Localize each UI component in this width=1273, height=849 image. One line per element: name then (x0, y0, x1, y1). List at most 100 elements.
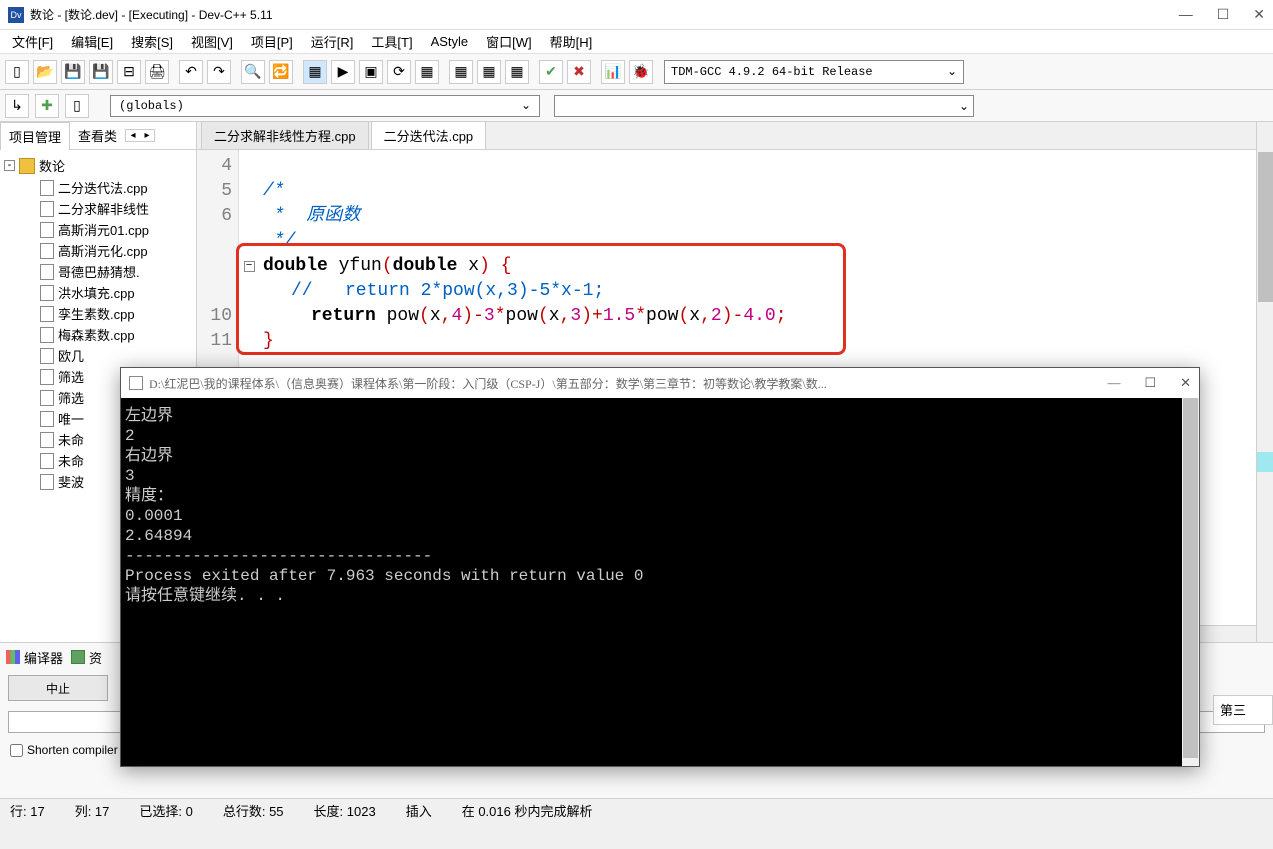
console-output[interactable]: 左边界 2 右边界 3 精度： 0.0001 2.64894 ---------… (121, 398, 1199, 614)
rebuild-icon[interactable]: ⟳ (387, 60, 411, 84)
shorten-paths-checkbox[interactable] (10, 744, 23, 757)
chart-icon[interactable]: 📊 (601, 60, 625, 84)
folder-icon (19, 158, 35, 174)
replace-icon[interactable]: 🔁 (269, 60, 293, 84)
bookmark-icon[interactable]: ▯ (65, 94, 89, 118)
fold-column: − (239, 150, 259, 388)
tree-file-item[interactable]: 二分迭代法.cpp (2, 177, 194, 198)
tree-file-label: 孪生素数.cpp (58, 304, 135, 323)
redo-icon[interactable]: ↷ (207, 60, 231, 84)
debug-icon[interactable]: ▦ (415, 60, 439, 84)
resources-tab-icon (71, 650, 85, 664)
menu-edit[interactable]: 编辑[E] (63, 30, 121, 53)
tree-file-item[interactable]: 洪水填充.cpp (2, 282, 194, 303)
tree-file-label: 高斯消元化.cpp (58, 241, 148, 260)
menu-bar: 文件[F] 编辑[E] 搜索[S] 视图[V] 项目[P] 运行[R] 工具[T… (0, 30, 1273, 54)
sidebar-nav-arrows[interactable]: ◂▸ (125, 129, 155, 142)
tree-file-label: 洪水填充.cpp (58, 283, 135, 302)
abort-button[interactable]: 中止 (8, 675, 108, 701)
tree-root[interactable]: - 数论 (2, 154, 194, 177)
file-icon (40, 411, 54, 427)
console-vscrollbar[interactable] (1182, 398, 1199, 766)
window-title: 数论 - [数论.dev] - [Executing] - Dev-C++ 5.… (30, 6, 1179, 23)
run-icon[interactable]: ▶ (331, 60, 355, 84)
open-icon[interactable]: 📂 (33, 60, 57, 84)
status-line: 行: 17 (10, 801, 45, 820)
status-parse: 在 0.016 秒内完成解析 (462, 801, 593, 820)
tree-file-item[interactable]: 高斯消元01.cpp (2, 219, 194, 240)
menu-file[interactable]: 文件[F] (4, 30, 61, 53)
menu-tools[interactable]: 工具[T] (363, 30, 420, 53)
grid2-icon[interactable]: ▦ (505, 60, 529, 84)
menu-search[interactable]: 搜索[S] (123, 30, 181, 53)
tree-file-item[interactable]: 高斯消元化.cpp (2, 240, 194, 261)
file-icon (40, 327, 54, 343)
globals-select[interactable]: (globals) ⌄ (110, 95, 540, 117)
console-title-bar[interactable]: D:\红泥巴\我的课程体系\（信息奥赛）课程体系\第一阶段：入门级（CSP-J）… (121, 368, 1199, 398)
editor-tab[interactable]: 二分迭代法.cpp (371, 121, 487, 149)
collapse-icon[interactable]: - (4, 160, 15, 171)
tree-file-item[interactable]: 欧几 (2, 345, 194, 366)
editor-vscrollbar[interactable] (1256, 122, 1273, 642)
save-icon[interactable]: 💾 (61, 60, 85, 84)
symbol-select[interactable]: ⌄ (554, 95, 974, 117)
print-icon[interactable]: 🖨 (145, 60, 169, 84)
file-icon (40, 285, 54, 301)
sidebar-tab-project[interactable]: 项目管理 (0, 122, 70, 150)
minimize-icon[interactable]: — (1179, 6, 1193, 23)
tree-file-label: 高斯消元01.cpp (58, 220, 149, 239)
bottom-tab-resources[interactable]: 资 (71, 648, 102, 667)
app-icon: Dv (8, 7, 24, 23)
file-icon (40, 306, 54, 322)
console-title-text: D:\红泥巴\我的课程体系\（信息奥赛）课程体系\第一阶段：入门级（CSP-J）… (149, 375, 1107, 392)
truncated-tab[interactable]: 第三 (1213, 695, 1273, 725)
maximize-icon[interactable]: ☐ (1217, 6, 1230, 23)
console-maximize-icon[interactable]: ☐ (1144, 375, 1156, 391)
console-close-icon[interactable]: ✕ (1180, 375, 1191, 391)
line-gutter: 4 5 6 10 11 (197, 150, 239, 388)
tree-file-item[interactable]: 二分求解非线性 (2, 198, 194, 219)
menu-window[interactable]: 窗口[W] (478, 30, 540, 53)
status-sel: 已选择: 0 (139, 801, 192, 820)
tree-file-item[interactable]: 孪生素数.cpp (2, 303, 194, 324)
menu-view[interactable]: 视图[V] (183, 30, 241, 53)
cancel-icon[interactable]: ✖ (567, 60, 591, 84)
fold-icon[interactable]: − (244, 261, 255, 272)
grid1-icon[interactable]: ▦ (477, 60, 501, 84)
file-icon (40, 369, 54, 385)
tree-file-item[interactable]: 梅森素数.cpp (2, 324, 194, 345)
status-insert: 插入 (406, 801, 432, 820)
console-app-icon (129, 376, 143, 390)
file-icon (40, 453, 54, 469)
find-icon[interactable]: 🔍 (241, 60, 265, 84)
compiler-select[interactable]: TDM-GCC 4.9.2 64-bit Release ⌄ (664, 60, 964, 84)
sidebar-tab-classes[interactable]: 查看类 (70, 122, 125, 149)
close-icon[interactable]: ✕ (1253, 6, 1265, 23)
menu-project[interactable]: 项目[P] (243, 30, 301, 53)
new-class-icon[interactable]: ✚ (35, 94, 59, 118)
check-icon[interactable]: ✔ (539, 60, 563, 84)
menu-help[interactable]: 帮助[H] (542, 30, 601, 53)
menu-astyle[interactable]: AStyle (423, 32, 477, 51)
new-file-icon[interactable]: ▯ (5, 60, 29, 84)
file-icon (40, 432, 54, 448)
code-editor[interactable]: 4 5 6 10 11 − /* * 原函数 */ double yfun(do… (197, 150, 1256, 388)
bug-icon[interactable]: 🐞 (629, 60, 653, 84)
close-file-icon[interactable]: ⊟ (117, 60, 141, 84)
editor-tab[interactable]: 二分求解非线性方程.cpp (201, 121, 369, 149)
menu-run[interactable]: 运行[R] (303, 30, 362, 53)
status-length: 长度: 1023 (314, 801, 376, 820)
tree-file-label: 未命 (58, 430, 84, 449)
code-lines[interactable]: /* * 原函数 */ double yfun(double x) { // r… (259, 150, 1256, 388)
tree-file-item[interactable]: 哥德巴赫猜想. (2, 261, 194, 282)
goto-icon[interactable]: ↳ (5, 94, 29, 118)
profile-icon[interactable]: ▦ (449, 60, 473, 84)
bottom-tab-compiler[interactable]: 编译器 (6, 648, 63, 667)
title-bar: Dv 数论 - [数论.dev] - [Executing] - Dev-C++… (0, 0, 1273, 30)
save-all-icon[interactable]: 💾 (89, 60, 113, 84)
compile-icon[interactable]: ▦ (303, 60, 327, 84)
compiler-tab-icon (6, 650, 20, 664)
console-minimize-icon[interactable]: — (1107, 375, 1120, 391)
compile-run-icon[interactable]: ▣ (359, 60, 383, 84)
undo-icon[interactable]: ↶ (179, 60, 203, 84)
